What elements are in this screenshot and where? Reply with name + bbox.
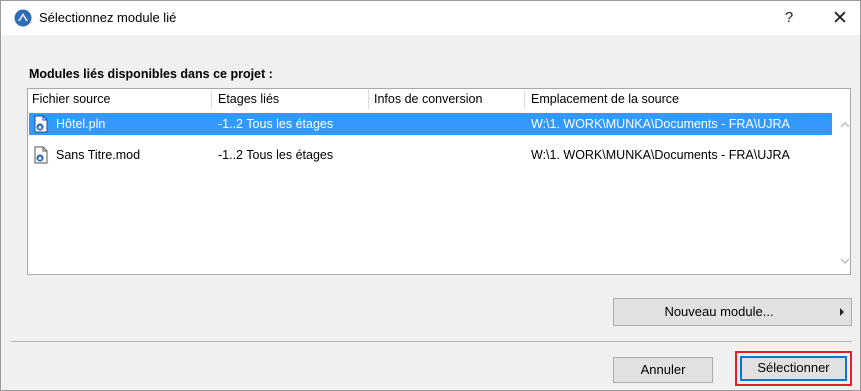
modules-list[interactable]: Fichier source Etages liés Infos de conv…: [27, 88, 851, 275]
column-header-source-location[interactable]: Emplacement de la source: [531, 92, 679, 106]
select-button[interactable]: Sélectionner: [740, 356, 847, 381]
row-file-name: Sans Titre.mod: [56, 148, 141, 162]
row-linked-stories: -1..2 Tous les étages: [218, 148, 334, 162]
column-separator[interactable]: [368, 90, 369, 109]
table-row[interactable]: Hôtel.pln -1..2 Tous les étages W:\1. WO…: [29, 113, 832, 135]
close-button[interactable]: ✕: [829, 6, 851, 30]
archicad-app-icon: [14, 9, 32, 27]
dialog-title: Sélectionnez module lié: [39, 10, 177, 25]
new-module-button[interactable]: Nouveau module...: [613, 298, 852, 326]
column-header-linked-stories[interactable]: Etages liés: [218, 92, 279, 106]
column-header-source-file[interactable]: Fichier source: [32, 92, 111, 106]
column-separator[interactable]: [524, 90, 525, 109]
dialog-window: Sélectionnez module lié ? ✕ Modules liés…: [0, 0, 861, 391]
row-source-location: W:\1. WORK\MUNKA\Documents - FRA\UJRA: [531, 148, 790, 162]
row-file-name: Hôtel.pln: [56, 117, 106, 131]
column-header-conversion-info[interactable]: Infos de conversion: [374, 92, 482, 106]
cancel-button[interactable]: Annuler: [613, 357, 713, 383]
column-separator[interactable]: [211, 90, 212, 109]
row-linked-stories: -1..2 Tous les étages: [218, 117, 334, 131]
section-label: Modules liés disponibles dans ce projet …: [29, 67, 273, 81]
chevron-right-icon: [840, 308, 844, 316]
title-bar: Sélectionnez module lié ? ✕: [1, 1, 860, 35]
scroll-down-arrow-icon[interactable]: [840, 257, 850, 267]
divider: [11, 341, 852, 342]
pln-file-icon: [34, 115, 48, 133]
list-header: Fichier source Etages liés Infos de conv…: [28, 89, 850, 110]
scroll-up-arrow-icon[interactable]: [840, 121, 850, 131]
mod-file-icon: [34, 146, 48, 164]
table-row[interactable]: Sans Titre.mod -1..2 Tous les étages W:\…: [29, 144, 832, 166]
new-module-label: Nouveau module...: [664, 304, 774, 319]
row-source-location: W:\1. WORK\MUNKA\Documents - FRA\UJRA: [531, 117, 790, 131]
help-button[interactable]: ?: [779, 7, 799, 29]
